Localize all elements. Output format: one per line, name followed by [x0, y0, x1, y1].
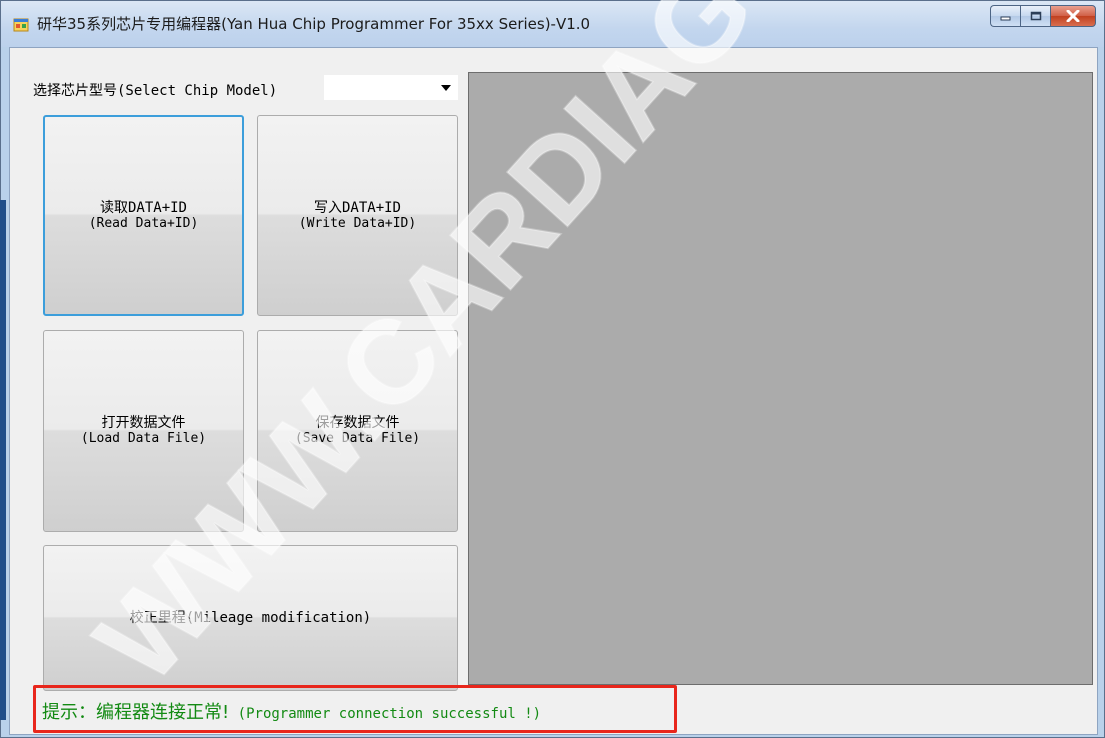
status-highlight-box: [33, 685, 677, 733]
chevron-down-icon[interactable]: [441, 85, 451, 91]
maximize-button[interactable]: [1020, 5, 1050, 27]
read-button-sublabel: (Read Data+ID): [88, 215, 199, 231]
save-button-label: 保存数据文件: [315, 415, 400, 431]
close-icon: [1066, 10, 1080, 22]
caption-buttons: [990, 5, 1096, 29]
title-bar[interactable]: 研华35系列芯片专用编程器(Yan Hua Chip Programmer Fo…: [1, 1, 1104, 47]
window-title: 研华35系列芯片专用编程器(Yan Hua Chip Programmer Fo…: [37, 15, 591, 33]
maximize-icon: [1030, 11, 1041, 21]
close-button[interactable]: [1050, 5, 1096, 27]
mileage-modification-button[interactable]: 校正里程(Mileage modification): [43, 545, 458, 691]
chip-model-label: 选择芯片型号(Select Chip Model): [33, 83, 278, 99]
data-display-panel[interactable]: [468, 72, 1093, 685]
chip-model-select[interactable]: [324, 75, 458, 100]
save-button-sublabel: (Save Data File): [294, 431, 421, 446]
write-button-sublabel: (Write Data+ID): [298, 215, 417, 231]
write-button-label: 写入DATA+ID: [313, 199, 401, 216]
save-data-file-button[interactable]: 保存数据文件 (Save Data File): [257, 330, 458, 532]
load-data-file-button[interactable]: 打开数据文件 (Load Data File): [43, 330, 244, 532]
window-left-edge: [0, 200, 6, 720]
mileage-button-label: 校正里程(Mileage modification): [129, 610, 372, 626]
load-button-sublabel: (Load Data File): [80, 431, 207, 446]
minimize-button[interactable]: [990, 5, 1020, 27]
app-window-icon: [13, 18, 29, 32]
write-data-id-button[interactable]: 写入DATA+ID (Write Data+ID): [257, 115, 458, 316]
minimize-icon: [1000, 16, 1010, 21]
read-button-label: 读取DATA+ID: [99, 199, 187, 216]
read-data-id-button[interactable]: 读取DATA+ID (Read Data+ID): [43, 115, 244, 316]
load-button-label: 打开数据文件: [101, 415, 186, 431]
